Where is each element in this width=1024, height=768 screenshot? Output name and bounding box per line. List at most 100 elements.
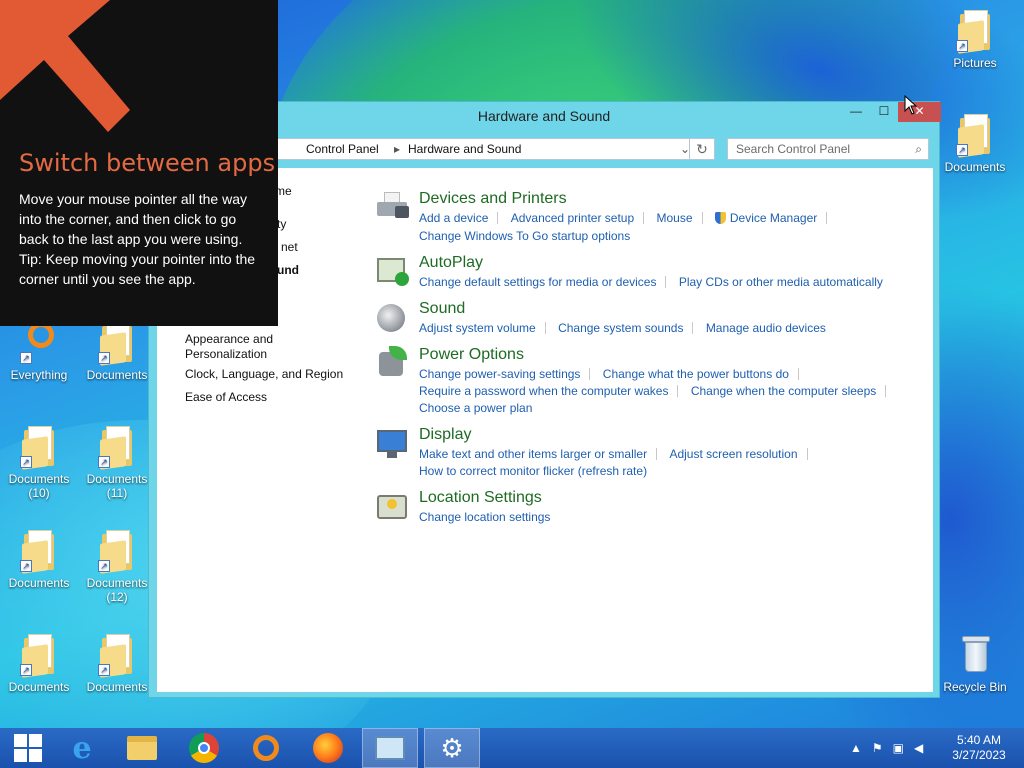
desktop-icon-label: Documents [86,680,148,694]
link-change-system-sounds[interactable]: Change system sounds [558,321,683,335]
desktop-icon-documents-12[interactable]: ↗ Documents (12) [80,528,154,604]
settings-icon: ⚙ [440,732,464,763]
nav-item-security[interactable]: ty [277,217,286,232]
desktop-icon-label: Documents [944,160,1006,174]
start-button[interactable] [0,728,56,768]
nav-item-clock-language-region[interactable]: Clock, Language, and Region [185,367,355,382]
clock-date: 3/27/2023 [952,748,1006,762]
desktop-icon-label: Documents [86,368,148,382]
link-mouse[interactable]: Mouse [657,211,693,225]
autoplay-icon [375,254,409,288]
maximize-button[interactable]: ☐ [870,102,898,122]
taskbar-clock[interactable]: 5:40 AM 3/27/2023 [944,733,1014,763]
desktop-icon-label: Documents (10) [8,472,70,500]
printer-icon [375,190,409,224]
link-adjust-screen-resolution[interactable]: Adjust screen resolution [669,447,797,461]
show-hidden-icons-icon[interactable]: ▲ [850,741,862,755]
nav-item-hardware-and-sound[interactable]: und [277,263,299,278]
folder-icon: ↗ [20,528,56,574]
category-title[interactable]: Devices and Printers [419,190,567,208]
everything-icon: ↗ [20,320,56,364]
link-require-password-on-wake[interactable]: Require a password when the computer wak… [419,384,668,398]
link-device-manager[interactable]: Device Manager [730,211,817,225]
desktop-icon-documents[interactable]: ↗ Documents [2,528,76,590]
tip-hint: Tip: Keep moving your pointer into the c… [19,251,256,287]
taskbar-settings[interactable]: ⚙ [424,728,480,768]
link-make-text-larger[interactable]: Make text and other items larger or smal… [419,447,647,461]
folder-icon: ↗ [20,424,56,470]
desktop-icon-label: Everything [10,368,68,382]
desktop-icon-label: Documents [8,576,70,590]
chrome-icon [189,733,219,763]
desktop-icon-documents-10[interactable]: ↗ Documents (10) [2,424,76,500]
link-windows-to-go[interactable]: Change Windows To Go startup options [419,229,630,243]
desktop-icon-label: Documents [8,680,70,694]
mouse-pointer-icon [904,95,918,115]
tip-title: Switch between apps [19,149,276,177]
taskbar-internet-explorer[interactable]: e [54,728,110,768]
clock-time: 5:40 AM [956,733,1002,747]
minimize-button[interactable]: — [842,102,870,122]
category-title[interactable]: Power Options [419,346,524,364]
start-icon [14,734,42,762]
refresh-icon: ↻ [696,141,708,157]
desktop-icon-label: Documents (11) [86,472,148,500]
nav-item-appearance[interactable]: Appearance and Personalization [185,332,285,362]
category-title[interactable]: Sound [419,300,465,318]
folder-icon: ↗ [98,424,134,470]
corner-arrow-icon [0,0,130,132]
nav-item-ease-of-access[interactable]: Ease of Access [185,390,267,405]
tip-text: Move your mouse pointer all the way into… [19,191,247,247]
breadcrumb-control-panel[interactable]: Control Panel [306,139,379,159]
link-change-power-saving-settings[interactable]: Change power-saving settings [419,367,580,381]
desktop-icon-documents-11[interactable]: ↗ Documents (11) [80,424,154,500]
search-input[interactable]: Search Control Panel ⌕ [727,138,929,160]
link-manage-audio-devices[interactable]: Manage audio devices [706,321,826,335]
taskbar-control-panel[interactable] [362,728,418,768]
link-change-power-buttons[interactable]: Change what the power buttons do [603,367,789,381]
category-title[interactable]: Display [419,426,471,444]
category-title[interactable]: Location Settings [419,489,542,507]
link-play-cds-automatically[interactable]: Play CDs or other media automatically [679,275,883,289]
taskbar-firefox[interactable] [300,728,356,768]
nav-item-network[interactable]: net [281,240,298,255]
desktop-icon-label: Pictures [953,56,997,70]
desktop-icon-recycle-bin[interactable]: Recycle Bin [938,632,1012,694]
tip-body: Move your mouse pointer all the way into… [19,189,264,289]
speaker-icon [375,300,409,334]
taskbar-chrome[interactable] [176,728,232,768]
taskbar-file-explorer[interactable] [114,728,170,768]
link-change-default-media-settings[interactable]: Change default settings for media or dev… [419,275,656,289]
volume-icon[interactable]: ◀ [914,741,923,755]
category-title[interactable]: AutoPlay [419,254,483,272]
switch-apps-tip: Switch between apps Move your mouse poin… [0,0,278,326]
folder-icon: ↗ [956,8,992,54]
internet-explorer-icon: e [72,730,92,766]
desktop-icon-documents[interactable]: ↗ Documents [2,632,76,694]
folder-icon: ↗ [956,112,992,158]
link-choose-power-plan[interactable]: Choose a power plan [419,401,532,415]
link-monitor-flicker[interactable]: How to correct monitor flicker (refresh … [419,464,647,478]
link-change-location-settings[interactable]: Change location settings [419,510,550,524]
breadcrumb-hardware-and-sound[interactable]: Hardware and Sound [408,139,521,159]
uac-shield-icon [714,212,726,224]
desktop-icon-label: Documents (12) [86,576,148,604]
desktop-icon-documents[interactable]: ↗ Documents [80,632,154,694]
desktop-icon-everything[interactable]: ↗ Everything [2,320,76,382]
breadcrumb-separator-icon: ▸ [394,142,401,156]
search-placeholder: Search Control Panel [736,142,851,156]
desktop-icon-documents[interactable]: ↗ Documents [938,112,1012,174]
link-advanced-printer-setup[interactable]: Advanced printer setup [511,211,634,225]
desktop-icon-documents[interactable]: ↗ Documents [80,320,154,382]
recycle-bin-icon [958,632,992,676]
action-center-icon[interactable]: ⚑ [872,741,883,755]
link-add-device[interactable]: Add a device [419,211,488,225]
system-tray: ▲ ⚑ ▣ ◀ [850,728,923,768]
network-icon[interactable]: ▣ [893,741,904,755]
search-icon: ⌕ [915,142,922,156]
desktop-icon-pictures[interactable]: ↗ Pictures [938,8,1012,70]
link-adjust-system-volume[interactable]: Adjust system volume [419,321,536,335]
taskbar-everything[interactable] [238,728,294,768]
link-change-when-computer-sleeps[interactable]: Change when the computer sleeps [691,384,876,398]
refresh-button[interactable]: ↻ [689,138,715,160]
